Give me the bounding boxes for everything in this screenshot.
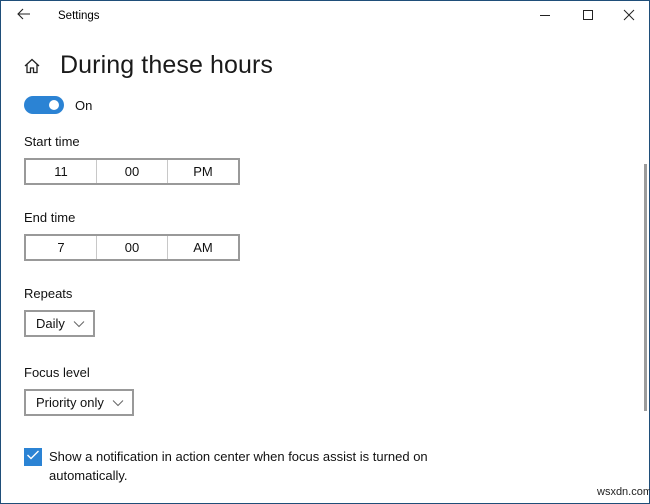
page-title: During these hours [60,51,274,79]
close-button[interactable] [607,4,650,30]
repeats-label: Repeats [24,286,73,301]
notification-checkbox-label: Show a notification in action center whe… [49,449,428,483]
checkmark-icon [26,448,40,466]
maximize-button[interactable] [566,4,610,30]
end-time-period[interactable]: AM [168,236,238,259]
back-button[interactable] [11,5,37,27]
end-time-label: End time [24,210,76,225]
focus-level-dropdown[interactable]: Priority only [24,389,134,416]
focus-hours-toggle-row: On [24,96,92,114]
window-title: Settings [58,10,100,22]
focus-level-selected-value: Priority only [36,395,104,410]
arrow-left-icon [17,7,31,25]
minimize-icon [539,8,551,26]
repeats-dropdown[interactable]: Daily [24,310,95,337]
title-bar: Settings [1,1,649,33]
vertical-scrollbar-thumb[interactable] [644,164,647,411]
start-time-hour[interactable]: 11 [26,160,97,183]
maximize-icon [582,8,594,26]
toggle-state-label: On [75,97,93,113]
notification-checkbox-row: Show a notification in action center whe… [24,447,449,485]
start-time-period[interactable]: PM [168,160,238,183]
page-header: During these hours [23,51,273,80]
repeats-selected-value: Daily [36,316,65,331]
end-time-hour[interactable]: 7 [26,236,97,259]
focus-hours-toggle[interactable] [24,96,64,114]
start-time-picker[interactable]: 11 00 PM [24,158,240,185]
close-icon [623,8,635,26]
home-icon[interactable] [23,56,43,76]
focus-level-label: Focus level [24,365,90,380]
settings-window: Settings During these hours On Start tim… [0,0,650,504]
start-time-label: Start time [24,134,80,149]
watermark-text: wsxdn.com [597,486,650,498]
notification-checkbox[interactable] [24,448,42,466]
start-time-minute[interactable]: 00 [97,160,168,183]
minimize-button[interactable] [523,4,567,30]
toggle-knob [49,100,59,110]
chevron-down-icon [112,399,124,407]
chevron-down-icon [73,320,85,328]
end-time-picker[interactable]: 7 00 AM [24,234,240,261]
end-time-minute[interactable]: 00 [97,236,168,259]
